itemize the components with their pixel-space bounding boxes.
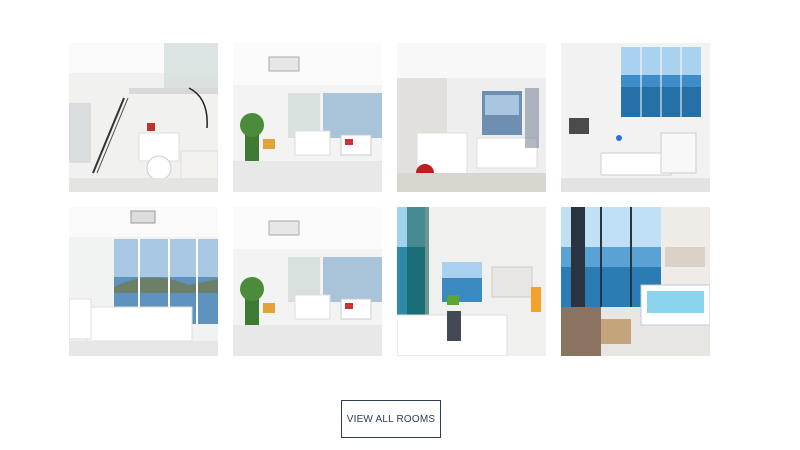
room-gallery bbox=[69, 43, 710, 356]
view-all-rooms-button[interactable]: VIEW ALL ROOMS bbox=[341, 400, 441, 438]
room-photo-2[interactable] bbox=[233, 43, 382, 192]
room-photo-5[interactable] bbox=[69, 207, 218, 356]
room-photo-3[interactable] bbox=[397, 43, 546, 192]
room-photo-8[interactable] bbox=[561, 207, 710, 356]
room-photo-6[interactable] bbox=[233, 207, 382, 356]
room-photo-7[interactable] bbox=[397, 207, 546, 356]
room-photo-1[interactable] bbox=[69, 43, 218, 192]
room-photo-4[interactable] bbox=[561, 43, 710, 192]
